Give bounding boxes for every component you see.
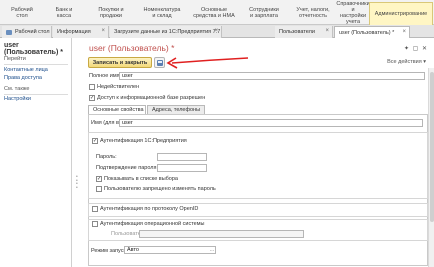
tab-desktop[interactable]: Рабочий стол <box>2 26 52 38</box>
no-change-password-label: Пользователю запрещено изменять пароль <box>104 186 216 192</box>
close-icon[interactable]: × <box>325 28 329 34</box>
panel-title: user (Пользователь) * <box>4 42 63 56</box>
form-scrollbar[interactable] <box>428 68 434 267</box>
form-navigation-panel: user (Пользователь) * Перейти Контактные… <box>0 38 72 267</box>
section-fixed-assets[interactable]: Основные средства и НМА <box>188 3 240 23</box>
floppy-disk-icon <box>156 59 163 66</box>
show-in-list-label: Показывать в списке выбора <box>104 176 178 182</box>
tab-users[interactable]: Пользователи × <box>275 26 333 38</box>
no-change-password-checkbox[interactable] <box>96 186 102 192</box>
close-icon[interactable]: × <box>101 28 105 34</box>
tab-label: Загрузите данные из 1С:Предприятия 7.7 <box>114 29 221 35</box>
full-name-field[interactable]: user <box>119 72 425 80</box>
home-icon <box>6 29 12 35</box>
tab-user-form[interactable]: user (Пользователь) * × <box>334 26 410 38</box>
link-contacts[interactable]: Контактные лица <box>4 67 48 73</box>
section-taxes[interactable]: Учет, налоги, отчетность <box>289 3 337 23</box>
window-tools[interactable]: ✦ ▢ ✕ <box>404 45 428 52</box>
run-mode-field[interactable]: Авто ... <box>124 246 216 254</box>
divider <box>4 94 68 95</box>
auth-1c-checkbox[interactable]: ✓ <box>92 138 98 144</box>
os-auth-label: Аутентификация операционной системы <box>100 221 205 227</box>
divider <box>4 64 68 65</box>
show-in-list-checkbox[interactable]: ✓ <box>96 176 102 182</box>
openid-label: Аутентификация по протоколу OpenID <box>100 206 199 212</box>
invalid-label: Недействителен <box>97 84 140 90</box>
sections-bar: Рабочий стол Банк и касса Покупки и прод… <box>0 0 434 25</box>
tab-label: Рабочий стол <box>15 29 50 35</box>
section-bank[interactable]: Банк и касса <box>44 3 84 23</box>
section-nomenclature[interactable]: Номенклатура и склад <box>137 3 187 23</box>
password-field[interactable] <box>157 153 207 161</box>
goto-header: Перейти <box>4 56 26 62</box>
tab-import-data[interactable]: Загрузите данные из 1С:Предприятия 7.7 × <box>110 26 222 38</box>
open-tabs-bar: Рабочий стол Информация × Загрузите данн… <box>0 25 434 38</box>
password-confirm-field[interactable] <box>157 164 207 172</box>
link-settings[interactable]: Настройки <box>4 96 31 102</box>
form-title: user (Пользователь) * <box>89 43 175 53</box>
tab-label: Информация <box>57 29 91 35</box>
section-references[interactable]: Справочники и настройки учета <box>336 1 369 25</box>
all-actions-menu[interactable]: Все действия ▾ <box>387 59 426 65</box>
section-purchases[interactable]: Покупки и продажи <box>86 3 136 23</box>
splitter-grip-icon[interactable]: • • • • <box>76 175 79 191</box>
close-icon[interactable]: × <box>402 29 406 35</box>
tab-label: Пользователи <box>279 29 315 35</box>
full-name-label: Полное имя: <box>89 73 122 79</box>
access-allowed-checkbox[interactable]: ✓ <box>89 95 95 101</box>
link-access-rights[interactable]: Права доступа <box>4 75 42 81</box>
access-allowed-label: Доступ к информационной базе разрешен <box>97 95 206 101</box>
auth-1c-label: Аутентификация 1С:Предприятия <box>100 138 187 144</box>
openid-checkbox[interactable] <box>92 206 98 212</box>
see-also-header: См. также <box>4 86 30 92</box>
section-employees[interactable]: Сотрудники и зарплата <box>241 3 287 23</box>
save-and-close-button[interactable]: Записать и закрыть <box>88 57 152 68</box>
login-field[interactable]: user <box>119 119 423 127</box>
select-button[interactable]: ... <box>210 247 214 253</box>
save-button[interactable] <box>154 57 165 68</box>
tab-information[interactable]: Информация × <box>53 26 109 38</box>
password-confirm-label: Подтверждение пароля: <box>96 165 158 171</box>
scroll-thumb[interactable] <box>430 72 434 222</box>
run-mode-value: Авто <box>127 247 139 253</box>
invalid-checkbox[interactable] <box>89 84 95 90</box>
os-auth-checkbox[interactable] <box>92 221 98 227</box>
section-administration[interactable]: Администрирование <box>369 2 433 25</box>
main-properties-panel: Имя (для входа): user ✓ Аутентификация 1… <box>88 114 428 266</box>
password-label: Пароль: <box>96 154 117 160</box>
os-user-field[interactable] <box>139 230 304 238</box>
tab-label: user (Пользователь) * <box>339 29 395 36</box>
close-icon[interactable]: × <box>214 28 218 34</box>
section-desktop[interactable]: Рабочий стол <box>2 3 42 23</box>
